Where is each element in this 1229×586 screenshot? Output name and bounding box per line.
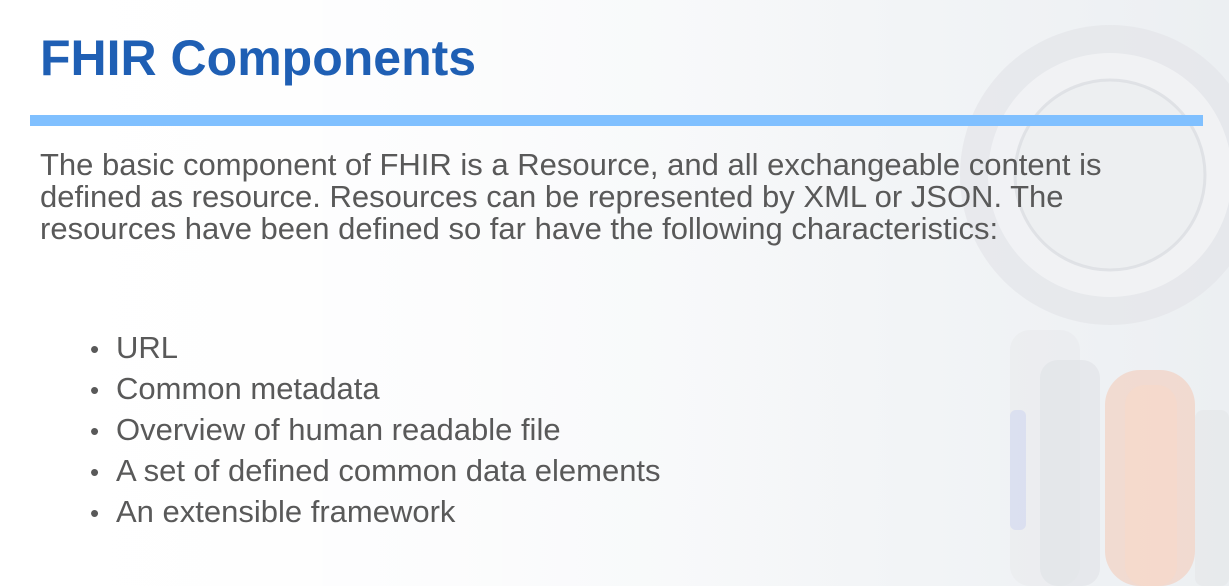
list-item-text: A set of defined common data elements (116, 453, 661, 488)
list-item: • Overview of human readable file (90, 410, 661, 451)
slide: FHIR Components The basic component of F… (0, 0, 1229, 586)
bullet-icon: • (90, 375, 100, 405)
list-item-text: An extensible framework (116, 494, 456, 529)
bullet-icon: • (90, 498, 100, 528)
intro-paragraph: The basic component of FHIR is a Resourc… (40, 147, 1102, 246)
bullet-icon: • (90, 457, 100, 487)
list-item: • Common metadata (90, 369, 661, 410)
bullet-icon: • (90, 334, 100, 364)
characteristics-list: • URL • Common metadata • Overview of hu… (90, 328, 661, 533)
page-title: FHIR Components (40, 30, 477, 86)
list-item-text: URL (116, 330, 179, 365)
list-item: • A set of defined common data elements (90, 451, 661, 492)
bullet-icon: • (90, 416, 100, 446)
list-item: • An extensible framework (90, 492, 661, 533)
list-item: • URL (90, 328, 661, 369)
list-item-text: Overview of human readable file (116, 412, 561, 447)
title-divider (30, 115, 1203, 126)
list-item-text: Common metadata (116, 371, 380, 406)
